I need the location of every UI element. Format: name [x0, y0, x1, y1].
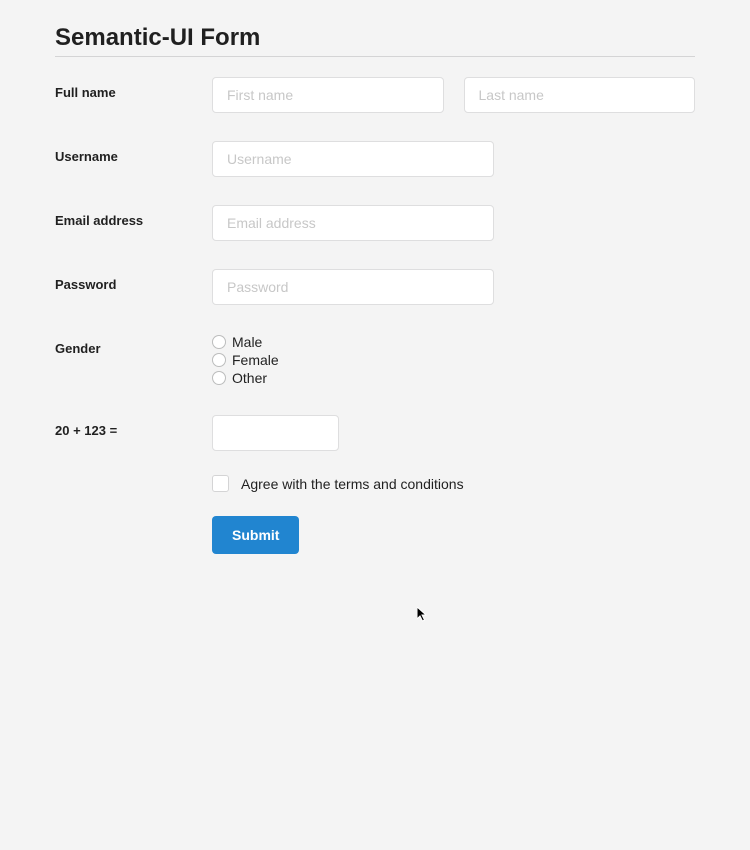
email-input[interactable]: [212, 205, 494, 241]
fullname-label: Full name: [55, 77, 212, 113]
last-name-input[interactable]: [464, 77, 696, 113]
gender-label: Gender: [55, 333, 212, 387]
captcha-input[interactable]: [212, 415, 339, 451]
submit-button[interactable]: Submit: [212, 516, 299, 554]
radio-icon: [212, 353, 226, 367]
gender-female-label: Female: [232, 351, 279, 369]
gender-male-radio[interactable]: Male: [212, 333, 279, 351]
checkbox-icon: [212, 475, 229, 492]
semantic-ui-form: Full name Username Email address Passwor…: [55, 77, 695, 554]
gender-female-radio[interactable]: Female: [212, 351, 279, 369]
email-label: Email address: [55, 205, 212, 241]
password-input[interactable]: [212, 269, 494, 305]
radio-icon: [212, 335, 226, 349]
password-label: Password: [55, 269, 212, 305]
captcha-label: 20 + 123 =: [55, 415, 212, 451]
radio-icon: [212, 371, 226, 385]
gender-other-label: Other: [232, 369, 267, 387]
page-title: Semantic-UI Form: [55, 24, 695, 57]
gender-male-label: Male: [232, 333, 262, 351]
mouse-cursor-icon: [417, 607, 429, 623]
terms-label: Agree with the terms and conditions: [241, 476, 464, 492]
first-name-input[interactable]: [212, 77, 444, 113]
username-label: Username: [55, 141, 212, 177]
username-input[interactable]: [212, 141, 494, 177]
terms-checkbox[interactable]: Agree with the terms and conditions: [212, 475, 464, 492]
gender-other-radio[interactable]: Other: [212, 369, 279, 387]
